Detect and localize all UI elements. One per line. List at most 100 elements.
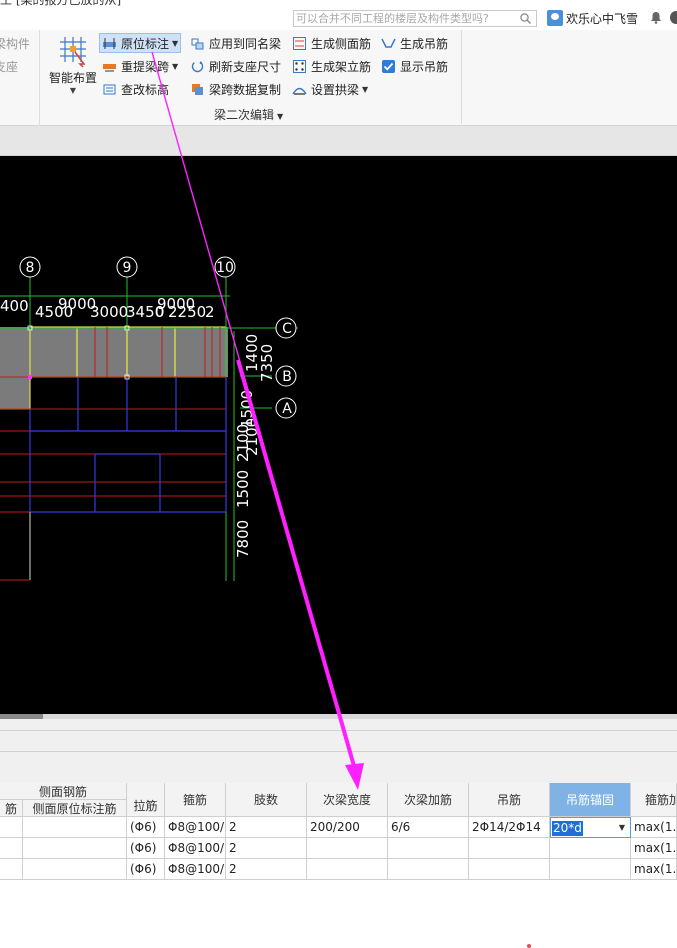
hanger-anchor-editor-cell[interactable]: 20*d ▼ [550,817,631,838]
table-cell[interactable] [388,838,469,859]
avatar-icon [547,10,563,26]
tab-strip [0,126,677,156]
table-cell[interactable]: max(1.5 [631,817,677,838]
column-header[interactable]: 次梁加筋 [388,783,469,817]
table-cell[interactable] [550,859,631,880]
axis-label-9: 9 [123,260,132,276]
table-cell[interactable] [469,838,550,859]
set-arch-beam-button[interactable]: 设置拱梁 ▼ [290,79,370,99]
gen-hanger-button[interactable]: 生成吊筋 [379,33,450,53]
in-situ-annotation-button[interactable]: 原位标注 ▼ [99,33,182,53]
table-cell[interactable]: Φ8@100/ [165,817,226,838]
table-cell[interactable] [469,859,550,880]
axis-label-c: C [282,321,292,337]
span-data-copy-label: 梁跨数据复制 [209,82,282,97]
table-cell[interactable]: (Φ6) [127,817,165,838]
copy-icon [192,83,203,95]
table-cell[interactable] [23,859,127,880]
reextract-span-icon [103,63,116,71]
table-cell[interactable]: (Φ6) [127,838,165,859]
hanger-icon [381,38,396,48]
user-name: 欢乐心中飞雪 [566,11,639,26]
table-cell[interactable]: 2 [226,817,307,838]
column-header[interactable]: 次梁宽度 [307,783,388,817]
apply-same-name-button[interactable]: 应用到同名梁 [188,33,283,53]
dim-text-vertical: 2100 [234,424,252,462]
table-cell[interactable]: 2Φ14/2Φ14 [469,817,550,838]
axis-label-8: 8 [26,260,35,276]
apply-icon [191,38,204,49]
chevron-down-icon[interactable]: ▼ [619,820,625,836]
title-bar: 工 [梁的报方已放的从] 欢乐心中飞雪 [0,0,677,30]
column-header[interactable]: 箍筋加 [631,783,677,817]
column-header[interactable]: 筋 [0,800,23,817]
search-box[interactable] [293,10,537,27]
ribbon-group-title: 梁二次编辑 [214,108,275,122]
column-header[interactable]: 拉筋 [127,783,165,817]
table-cell[interactable] [307,838,388,859]
column-header-selected[interactable]: 吊筋锚固 [550,783,631,817]
table-cell[interactable]: 6/6 [388,817,469,838]
chevron-down-icon[interactable]: ▼ [172,39,178,48]
table-cell[interactable]: Φ8@100/ [165,838,226,859]
table-cell[interactable]: max(1.5 [631,838,677,859]
elevation-icon [103,84,116,94]
refresh-icon [191,60,204,72]
table-cell[interactable]: Φ8@100/ [165,859,226,880]
table-cell[interactable]: max(1.5 [631,859,677,880]
dim-text-vertical: 7350 [258,344,276,382]
side-bar-icon [293,36,306,50]
chevron-down-icon[interactable]: ▼ [362,85,368,94]
user-account[interactable]: 欢乐心中飞雪 [547,9,638,27]
property-panel-toolbar [0,719,677,783]
axis-label-a: A [282,401,292,417]
table-cell[interactable] [23,838,127,859]
table-cell[interactable]: 2 [226,838,307,859]
table-cell[interactable] [550,838,631,859]
table-cell[interactable] [0,859,23,880]
table-cell[interactable]: 2 [226,859,307,880]
span-data-copy-button[interactable]: 梁跨数据复制 [188,79,283,99]
cad-drawing-canvas[interactable]: 8 9 10 C B A 400 4500 9000 3000 3450 0 9… [0,156,677,714]
search-input[interactable] [294,11,516,26]
check-elevation-button[interactable]: 查改标高 [100,79,171,99]
column-header[interactable]: 箍筋 [165,783,226,817]
annotation-icon [103,37,116,49]
bell-icon[interactable] [650,11,662,24]
hanger-anchor-value[interactable]: 20*d [552,820,583,836]
cad-drawing: 8 9 10 C B A 400 4500 9000 3000 3450 0 9… [0,256,298,581]
ribbon-toolbar: 梁构件 支座 智能布置 ▼ 原位标注 ▼ 重提梁跨 ▼ 查改标高 应用到同名梁 [0,30,677,126]
dim-text: 2 [205,303,215,321]
table-cell[interactable]: (Φ6) [127,859,165,880]
chevron-down-icon[interactable]: ▼ [172,62,178,71]
table-cell[interactable] [0,838,23,859]
table-cell[interactable]: 200/200 [307,817,388,838]
reextract-span-button[interactable]: 重提梁跨 ▼ [100,56,180,76]
table-cell[interactable] [23,817,127,838]
help-icon[interactable] [670,11,677,24]
column-header[interactable]: 吊筋 [469,783,550,817]
search-icon[interactable] [519,12,532,25]
erect-bar-icon [293,59,306,73]
ribbon-left-item-2[interactable]: 支座 [0,58,18,75]
ribbon-left-group: 梁构件 支座 [0,30,40,126]
table-cell[interactable] [0,817,23,838]
gen-side-bar-button[interactable]: 生成侧面筋 [290,33,373,53]
gen-erect-bar-button[interactable]: 生成架立筋 [290,56,373,76]
checkbox-checked-icon[interactable] [381,59,396,74]
hanger-anchor-dropdown[interactable]: 20*d ▼ [552,820,629,836]
refresh-support-button[interactable]: 刷新支座尺寸 [188,56,283,76]
table-cell[interactable] [307,859,388,880]
set-arch-beam-label: 设置拱梁 [311,82,360,97]
ribbon-group-label[interactable]: 梁二次编辑 ▼ [214,106,283,123]
in-situ-annotation-label: 原位标注 [121,36,170,51]
column-header[interactable]: 侧面原位标注筋 [23,800,127,817]
dim-text-vertical: 1500 [234,470,252,508]
show-hanger-toggle[interactable]: 显示吊筋 [379,56,450,76]
ribbon-left-item-1[interactable]: 梁构件 [0,35,30,52]
dim-text: 400 [0,297,29,315]
smart-layout-button[interactable]: 智能布置 ▼ [46,34,100,100]
table-cell[interactable] [388,859,469,880]
column-header[interactable]: 肢数 [226,783,307,817]
apply-same-name-label: 应用到同名梁 [209,36,282,51]
